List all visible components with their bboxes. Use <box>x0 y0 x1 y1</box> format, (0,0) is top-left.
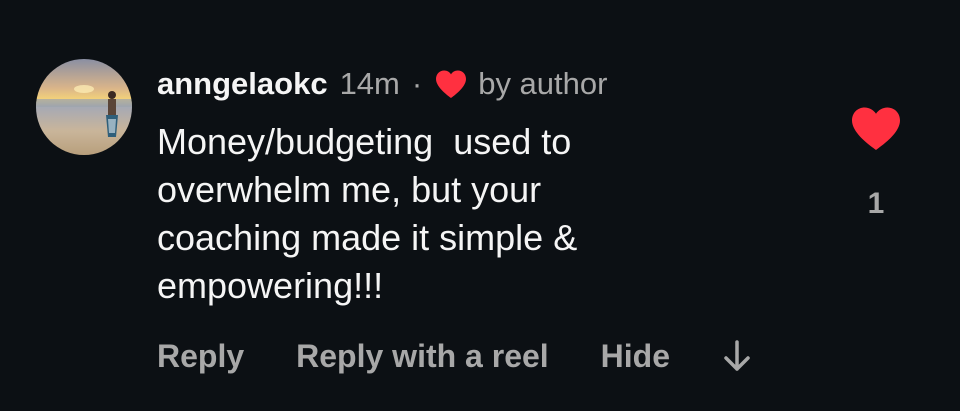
heart-icon <box>434 69 468 99</box>
down-arrow-icon[interactable] <box>722 338 752 374</box>
comment: anngelaokc 14m · by author Money/budgeti… <box>0 0 960 411</box>
comment-text: Money/budgeting used to overwhelm me, bu… <box>157 121 578 306</box>
reply-button[interactable]: Reply <box>157 338 244 375</box>
comment-header: anngelaokc 14m · by author <box>157 64 607 104</box>
avatar-image <box>36 59 132 155</box>
liked-by-author-label: by author <box>478 66 608 101</box>
avatar[interactable] <box>36 59 132 155</box>
comment-actions: Reply Reply with a reel Hide <box>157 334 752 378</box>
separator: · <box>411 66 423 101</box>
heart-icon[interactable] <box>850 106 902 152</box>
like-count: 1 <box>867 187 885 220</box>
hide-button[interactable]: Hide <box>601 338 670 375</box>
timestamp: 14m <box>339 66 400 101</box>
like-column: 1 <box>850 106 902 221</box>
reply-with-reel-button[interactable]: Reply with a reel <box>296 338 549 375</box>
username[interactable]: anngelaokc <box>157 66 328 102</box>
